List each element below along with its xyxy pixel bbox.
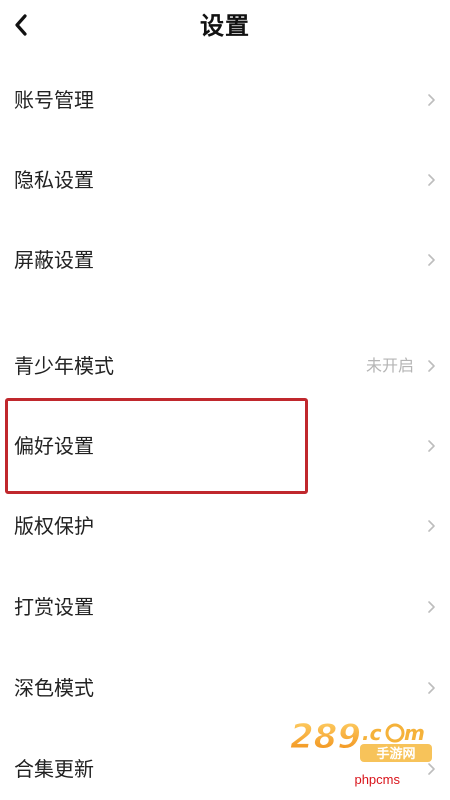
svg-text:289: 289 <box>290 717 361 757</box>
chevron-right-icon <box>428 440 435 452</box>
chevron-right-icon <box>428 360 435 372</box>
menu-item-privacy[interactable]: 隐私设置 <box>0 154 450 206</box>
menu-item-block[interactable]: 屏蔽设置 <box>0 234 450 286</box>
teen-mode-status: 未开启 <box>365 356 414 375</box>
menu-item-teen-mode[interactable]: 青少年模式 未开启 <box>0 340 450 392</box>
settings-screen: 设置 账号管理 隐私设置 屏蔽设置 青少年模式 未开启 偏好设置 版权保护 打赏… <box>0 0 450 800</box>
header: 设置 <box>0 0 450 52</box>
menu-item-label: 版权保护 <box>14 514 94 538</box>
menu-item-account[interactable]: 账号管理 <box>0 74 450 126</box>
site-watermark-logo: 289 .c m 手游网 <box>290 717 432 762</box>
menu-item-label: 偏好设置 <box>14 434 94 458</box>
menu-item-label: 隐私设置 <box>14 168 94 192</box>
menu-item-label: 屏蔽设置 <box>14 248 94 272</box>
chevron-right-icon <box>428 520 435 532</box>
chevron-right-icon <box>428 682 435 694</box>
svg-text:.c: .c <box>362 721 382 745</box>
page-title: 设置 <box>200 12 250 40</box>
menu-item-copyright[interactable]: 版权保护 <box>0 500 450 552</box>
chevron-right-icon <box>428 601 435 613</box>
watermark-site-text: phpcms <box>354 772 400 787</box>
menu-item-label: 深色模式 <box>14 676 94 700</box>
svg-text:m: m <box>404 721 425 745</box>
svg-text:手游网: 手游网 <box>376 746 415 762</box>
menu-item-tipping[interactable]: 打赏设置 <box>0 581 450 633</box>
chevron-right-icon <box>428 94 435 106</box>
menu-item-label: 青少年模式 <box>14 354 114 378</box>
menu-item-label: 账号管理 <box>14 88 94 112</box>
chevron-right-icon <box>428 174 435 186</box>
menu-item-label: 合集更新 <box>14 757 94 781</box>
menu-item-dark-mode[interactable]: 深色模式 <box>0 662 450 714</box>
menu-item-label: 打赏设置 <box>14 595 94 619</box>
menu-item-preferences[interactable]: 偏好设置 <box>0 420 450 472</box>
chevron-right-icon <box>428 254 435 266</box>
